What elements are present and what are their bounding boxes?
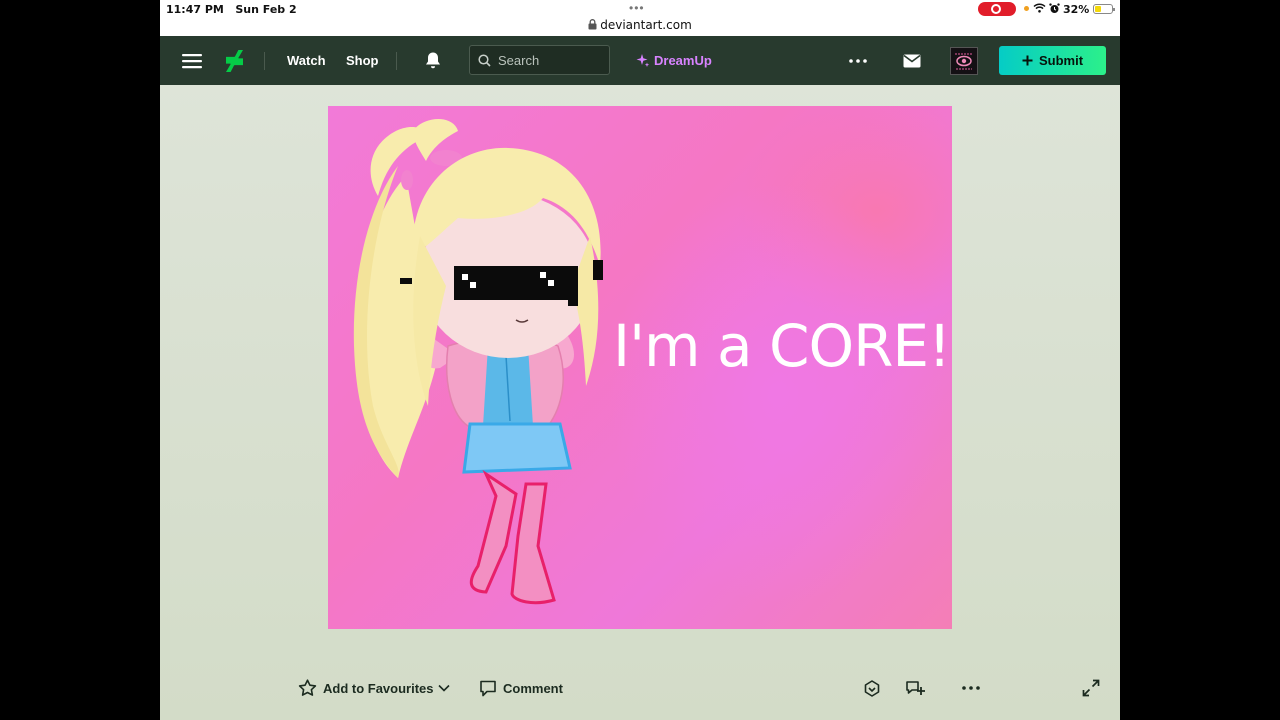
favourite-label: Add to Favourites bbox=[323, 680, 434, 696]
plus-icon bbox=[1022, 55, 1033, 66]
nav-divider bbox=[396, 52, 397, 70]
avatar-image bbox=[951, 48, 977, 74]
notifications-button[interactable] bbox=[424, 36, 442, 85]
badge-gift-icon bbox=[864, 679, 880, 697]
lock-icon bbox=[588, 19, 597, 30]
messages-button[interactable] bbox=[903, 36, 921, 85]
ellipsis-icon bbox=[849, 58, 867, 63]
ellipsis-icon bbox=[962, 686, 980, 690]
status-date: Sun Feb 2 bbox=[235, 3, 297, 16]
battery-icon bbox=[1093, 4, 1115, 14]
expand-icon bbox=[1082, 679, 1100, 697]
more-actions-button[interactable] bbox=[962, 676, 980, 700]
chevron-down-icon bbox=[438, 684, 450, 692]
status-time: 11:47 PM Sun Feb 2 bbox=[166, 3, 297, 16]
deviation-image[interactable]: I'm a CORE! bbox=[328, 106, 952, 629]
give-badge-button[interactable] bbox=[863, 676, 881, 700]
search-placeholder: Search bbox=[498, 52, 540, 68]
ipad-screen: 11:47 PM Sun Feb 2 ••• deviantart.com 32… bbox=[160, 0, 1120, 720]
address-bar[interactable]: deviantart.com bbox=[160, 18, 1120, 32]
screen-record-indicator-icon[interactable] bbox=[978, 2, 1016, 16]
nav-divider bbox=[264, 52, 265, 70]
mic-indicator-icon bbox=[1024, 6, 1029, 11]
shop-label: Shop bbox=[346, 53, 379, 68]
multitask-dots-icon[interactable]: ••• bbox=[629, 1, 645, 15]
add-collection-icon bbox=[906, 681, 925, 695]
more-menu-button[interactable] bbox=[849, 36, 867, 85]
status-bar: 11:47 PM Sun Feb 2 ••• deviantart.com 32… bbox=[160, 0, 1120, 36]
envelope-icon bbox=[903, 54, 921, 67]
top-nav-bar: Watch Shop Search DreamUp Submit bbox=[160, 36, 1120, 85]
search-icon bbox=[478, 53, 491, 67]
add-to-favourites-button[interactable]: Add to Favourites bbox=[298, 676, 434, 700]
url-text: deviantart.com bbox=[600, 18, 692, 32]
battery-percent: 32% bbox=[1063, 3, 1090, 16]
shop-link[interactable]: Shop bbox=[346, 36, 379, 85]
dreamup-label: DreamUp bbox=[654, 53, 712, 68]
favourite-options-dropdown[interactable] bbox=[438, 676, 450, 700]
wifi-icon bbox=[1033, 3, 1046, 13]
watch-label: Watch bbox=[287, 53, 326, 68]
user-avatar[interactable] bbox=[950, 47, 978, 75]
alarm-icon bbox=[1049, 3, 1060, 13]
hamburger-menu-button[interactable] bbox=[182, 36, 202, 85]
deviantart-logo-button[interactable] bbox=[226, 36, 243, 85]
comment-label: Comment bbox=[503, 680, 563, 696]
comment-icon bbox=[480, 680, 496, 696]
deviantart-logo-icon bbox=[226, 49, 243, 72]
submit-label: Submit bbox=[1038, 53, 1084, 68]
hamburger-icon bbox=[182, 53, 202, 68]
star-icon bbox=[298, 679, 317, 696]
artwork-caption: I'm a CORE! bbox=[613, 312, 951, 380]
sparkle-icon bbox=[636, 54, 650, 67]
fullscreen-button[interactable] bbox=[1082, 676, 1100, 700]
add-to-collection-button[interactable] bbox=[905, 676, 925, 700]
submit-button[interactable]: Submit bbox=[999, 46, 1106, 75]
comment-button[interactable]: Comment bbox=[479, 676, 563, 700]
watch-link[interactable]: Watch bbox=[287, 36, 326, 85]
dreamup-link[interactable]: DreamUp bbox=[635, 36, 712, 85]
bell-icon bbox=[426, 52, 440, 69]
search-input[interactable]: Search bbox=[469, 45, 610, 75]
